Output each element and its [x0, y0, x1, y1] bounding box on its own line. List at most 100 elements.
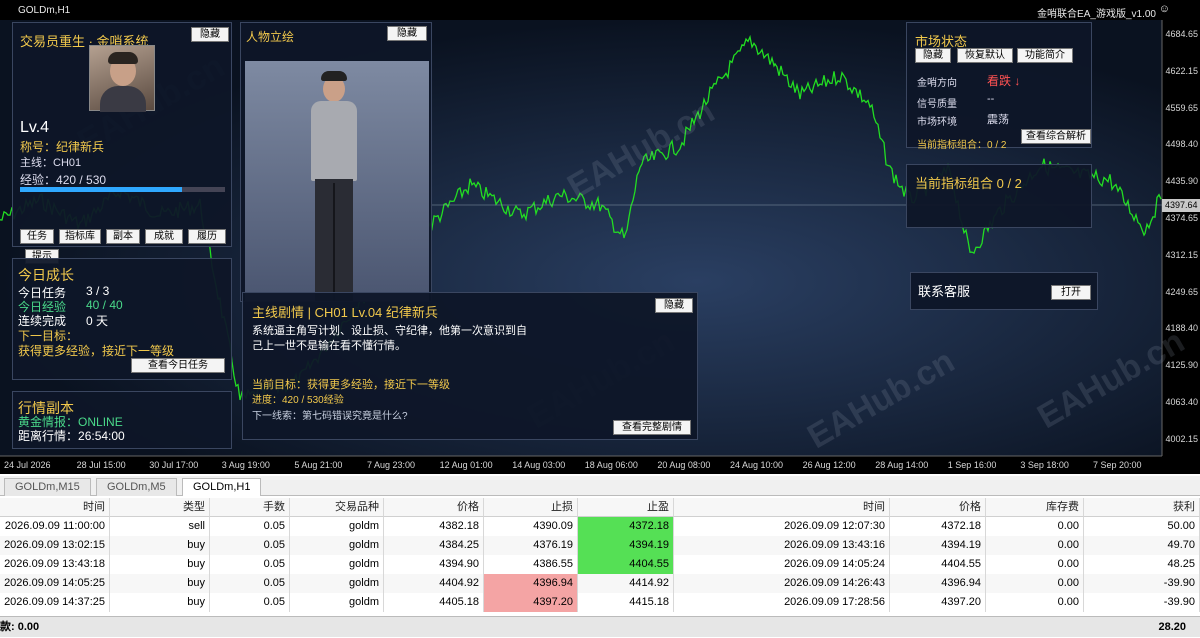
level-text: Lv.4	[20, 119, 50, 136]
direction-label: 金哨方向	[917, 78, 957, 89]
table-row[interactable]: 2026.09.09 13:43:18 buy 0.05 goldm 4394.90 43…	[0, 555, 1200, 574]
table-cell: 0.05	[210, 517, 290, 536]
table-cell: 4397.20	[484, 593, 578, 612]
profile-hide-button[interactable]: 隐藏	[191, 27, 229, 42]
table-cell: 4404.55	[578, 555, 674, 574]
daily-exp-value: 40 / 40	[86, 298, 123, 312]
price-tick-label: 4125.90	[1165, 360, 1198, 371]
view-full-story-button[interactable]: 查看完整剧情	[613, 420, 691, 435]
environment-label: 市场环境	[917, 117, 957, 128]
support-panel: 联系客服 打开	[910, 272, 1098, 310]
ea-title: 金哨联合EA_游戏版_v1.00	[1037, 9, 1156, 20]
task-button[interactable]: 任务	[20, 229, 54, 244]
time-tick-label: 3 Aug 19:00	[221, 460, 270, 470]
indicator-library-button[interactable]: 指标库	[59, 229, 101, 244]
time-tick-label: 1 Sep 16:00	[947, 460, 997, 470]
balance-label: 款: 0.00	[0, 621, 40, 633]
environment-value: 震荡	[987, 114, 1009, 126]
column-header[interactable]: 交易品种	[290, 498, 384, 517]
table-cell: 2026.09.09 12:07:30	[674, 517, 890, 536]
column-header[interactable]: 获利	[1084, 498, 1200, 517]
table-cell: buy	[110, 536, 210, 555]
column-header[interactable]: 价格	[890, 498, 986, 517]
table-cell: 4405.18	[384, 593, 484, 612]
table-cell: 2026.09.09 14:26:43	[674, 574, 890, 593]
portrait-hide-button[interactable]: 隐藏	[387, 26, 427, 41]
time-tick-label: 28 Jul 15:00	[76, 460, 126, 470]
table-cell: 4384.25	[384, 536, 484, 555]
column-header[interactable]: 止损	[484, 498, 578, 517]
table-cell: 2026.09.09 13:43:18	[0, 555, 110, 574]
story-hide-button[interactable]: 隐藏	[655, 298, 693, 313]
table-cell: 50.00	[1084, 517, 1200, 536]
table-cell: sell	[110, 517, 210, 536]
time-tick-label: 28 Aug 14:00	[875, 460, 929, 470]
price-tick-label: 4249.65	[1165, 286, 1198, 297]
table-row[interactable]: 2026.09.09 11:00:00 sell 0.05 goldm 4382.18 4…	[0, 517, 1200, 536]
table-row[interactable]: 2026.09.09 13:02:15 buy 0.05 goldm 4384.25 43…	[0, 536, 1200, 555]
table-cell: 2026.09.09 17:28:56	[674, 593, 890, 612]
price-tick-label: 4312.15	[1165, 249, 1198, 260]
table-cell: 4414.92	[578, 574, 674, 593]
column-header[interactable]: 止盈	[578, 498, 674, 517]
price-tick-label: 4684.65	[1165, 29, 1198, 39]
table-cell: goldm	[290, 536, 384, 555]
table-cell: 4394.19	[578, 536, 674, 555]
main-story-panel: 主线剧情 | CH01 Lv.04 纪律新兵 隐藏 系统逼主角写计划、设止损、守…	[242, 292, 698, 440]
table-cell: 4397.20	[890, 593, 986, 612]
column-header[interactable]: 价格	[384, 498, 484, 517]
combo-title: 当前指标组合 0 / 2	[915, 176, 1022, 191]
column-header[interactable]: 类型	[110, 498, 210, 517]
table-cell: 0.05	[210, 574, 290, 593]
exp-progress-bar	[20, 187, 225, 192]
view-daily-tasks-button[interactable]: 查看今日任务	[131, 358, 225, 373]
direction-value: 看跌 ↓	[987, 74, 1021, 88]
market-hide-button[interactable]: 隐藏	[915, 48, 951, 63]
view-analysis-button[interactable]: 查看综合解析	[1021, 129, 1091, 144]
open-support-button[interactable]: 打开	[1051, 285, 1091, 300]
time-tick-label: 24 Aug 10:00	[730, 460, 784, 470]
table-cell: 0.05	[210, 555, 290, 574]
support-title: 联系客服	[918, 284, 971, 299]
achievement-button[interactable]: 成就	[145, 229, 183, 244]
tab-goldm-m15[interactable]: GOLDm,M15	[4, 478, 91, 496]
table-cell: 48.25	[1084, 555, 1200, 574]
price-tick-label: 4374.65	[1165, 213, 1198, 223]
chart-window[interactable]: GOLDm,H1 金哨联合EA_游戏版_v1.00 ☺ 4684.65 4622.…	[0, 0, 1200, 474]
exp-label: 经验：420 / 530	[20, 173, 107, 187]
market-dungeon-panel: 行情副本 黄金情报：ONLINE 距离行情：26:54:00	[12, 391, 232, 449]
column-header[interactable]: 库存费	[986, 498, 1084, 517]
ea-smile-icon[interactable]: ☺	[1159, 3, 1170, 15]
story-progress: 进度：420 / 530经验	[252, 395, 344, 406]
column-header[interactable]: 手数	[210, 498, 290, 517]
table-cell: 0.00	[986, 574, 1084, 593]
tab-goldm-h1[interactable]: GOLDm,H1	[182, 478, 262, 496]
table-cell: 4372.18	[890, 517, 986, 536]
table-cell: 4404.55	[890, 555, 986, 574]
character-portrait	[245, 61, 429, 301]
table-row[interactable]: 2026.09.09 14:05:25 buy 0.05 goldm 4404.92 43…	[0, 574, 1200, 593]
price-tick-label: 4498.40	[1165, 139, 1198, 150]
time-tick-label: 14 Aug 03:00	[512, 460, 566, 470]
table-cell: 0.00	[986, 517, 1084, 536]
column-header[interactable]: 时间	[0, 498, 110, 517]
dungeon-button[interactable]: 副本	[106, 229, 140, 244]
tab-goldm-m5[interactable]: GOLDm,M5	[96, 478, 177, 496]
table-cell: 0.05	[210, 593, 290, 612]
avatar	[89, 45, 155, 112]
current-price-tag: 4397.64	[1162, 199, 1200, 212]
table-cell: 2026.09.09 13:02:15	[0, 536, 110, 555]
column-header[interactable]: 时间	[674, 498, 890, 517]
story-line-2: 己上一世不是输在看不懂行情。	[252, 340, 406, 352]
streak-value: 0 天	[86, 314, 109, 328]
time-tick-label: 20 Aug 08:00	[657, 460, 711, 470]
history-button[interactable]: 履历	[188, 229, 226, 244]
tasks-value: 3 / 3	[86, 284, 110, 298]
balance-row: 款: 0.00 28.20	[0, 616, 1200, 637]
table-cell: 49.70	[1084, 536, 1200, 555]
table-cell: -39.90	[1084, 574, 1200, 593]
feature-intro-button[interactable]: 功能简介	[1017, 48, 1073, 63]
restore-default-button[interactable]: 恢复默认	[957, 48, 1013, 63]
table-row[interactable]: 2026.09.09 14:37:25 buy 0.05 goldm 4405.18 43…	[0, 593, 1200, 612]
table-cell: buy	[110, 593, 210, 612]
